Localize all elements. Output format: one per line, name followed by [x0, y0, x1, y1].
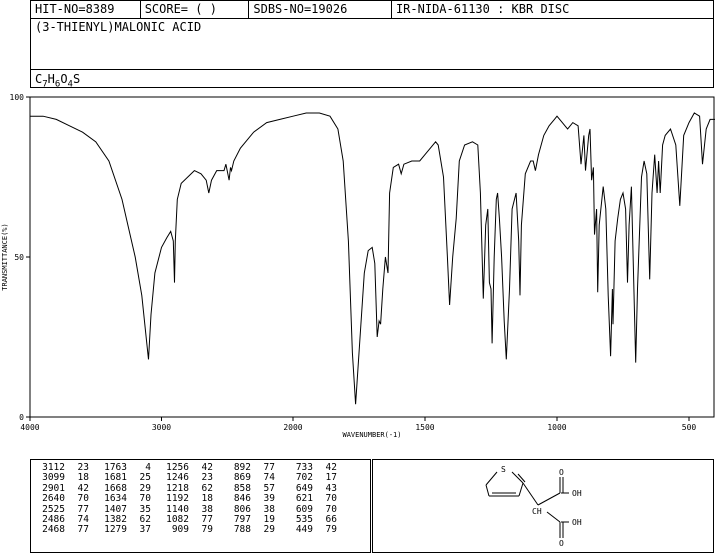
- x-tick-label: 2000: [283, 423, 302, 432]
- peak-wavenumber: 1279: [104, 524, 127, 536]
- x-tick-label: 4000: [20, 423, 39, 432]
- x-tick-label: 3000: [152, 423, 171, 432]
- peak-transmittance: 79: [201, 524, 213, 536]
- peak-table-grid: 3112 23 1763 4 1256 42 892 77 733 42 3099 18 1681…: [33, 462, 343, 536]
- hit-number: HIT-NO=8389: [31, 1, 141, 18]
- peak-wavenumber: 909: [166, 524, 189, 536]
- oxygen-label-1: O: [559, 468, 564, 477]
- methine-label: CH: [532, 507, 542, 516]
- structure-box: S O OH CH O OH: [372, 459, 714, 553]
- peak-transmittance: 79: [325, 524, 337, 536]
- peak-transmittance: 77: [77, 524, 89, 536]
- header-row: HIT-NO=8389 SCORE= ( ) SDBS-NO=19026 IR-…: [31, 1, 713, 19]
- x-axis-label: WAVENUMBER(-1): [342, 431, 401, 439]
- y-axis-label: TRANSMITTANCE(%): [1, 223, 9, 290]
- peak-table: 3112 23 1763 4 1256 42 892 77 733 42 3099 18 1681…: [30, 459, 371, 553]
- plot-frame: [29, 96, 715, 418]
- peak-wavenumber: 788: [228, 524, 251, 536]
- x-tick-label: 500: [682, 423, 697, 432]
- peak-transmittance: 37: [139, 524, 151, 536]
- ir-spectrum-chart: 4000 3000 2000 1500 1000 500100500WAVENUMBER(…: [1, 93, 715, 439]
- ir-info: IR-NIDA-61130 : KBR DISC: [395, 2, 570, 16]
- spectrum-header: HIT-NO=8389 SCORE= ( ) SDBS-NO=19026 IR-…: [30, 0, 714, 90]
- peak-transmittance: 29: [263, 524, 275, 536]
- peak-row: 2468 77 1279 37 909 79 788 29 449 79: [33, 524, 343, 536]
- x-tick-label: 1500: [415, 423, 434, 432]
- y-tick-label: 50: [14, 253, 24, 262]
- sdbs-number: SDBS-NO=19026: [249, 1, 392, 18]
- peak-wavenumber: 449: [290, 524, 313, 536]
- score: SCORE= ( ): [141, 1, 250, 18]
- oxygen-label-2: O: [559, 539, 564, 548]
- molecular-structure: S O OH CH O OH: [485, 465, 582, 548]
- molecular-formula: C7H6O4S: [35, 72, 81, 90]
- hydroxyl-label-1: OH: [572, 489, 582, 498]
- hydroxyl-label-2: OH: [572, 518, 582, 527]
- peak-wavenumber: 2468: [42, 524, 65, 536]
- y-tick-label: 0: [19, 413, 24, 422]
- compound-name: (3-THIENYL)MALONIC ACID: [35, 20, 202, 34]
- x-tick-label: 1000: [547, 423, 566, 432]
- y-tick-label: 100: [10, 93, 25, 102]
- divider: [31, 69, 713, 70]
- spectrum-line: [30, 112, 715, 405]
- sulfur-label: S: [501, 465, 506, 474]
